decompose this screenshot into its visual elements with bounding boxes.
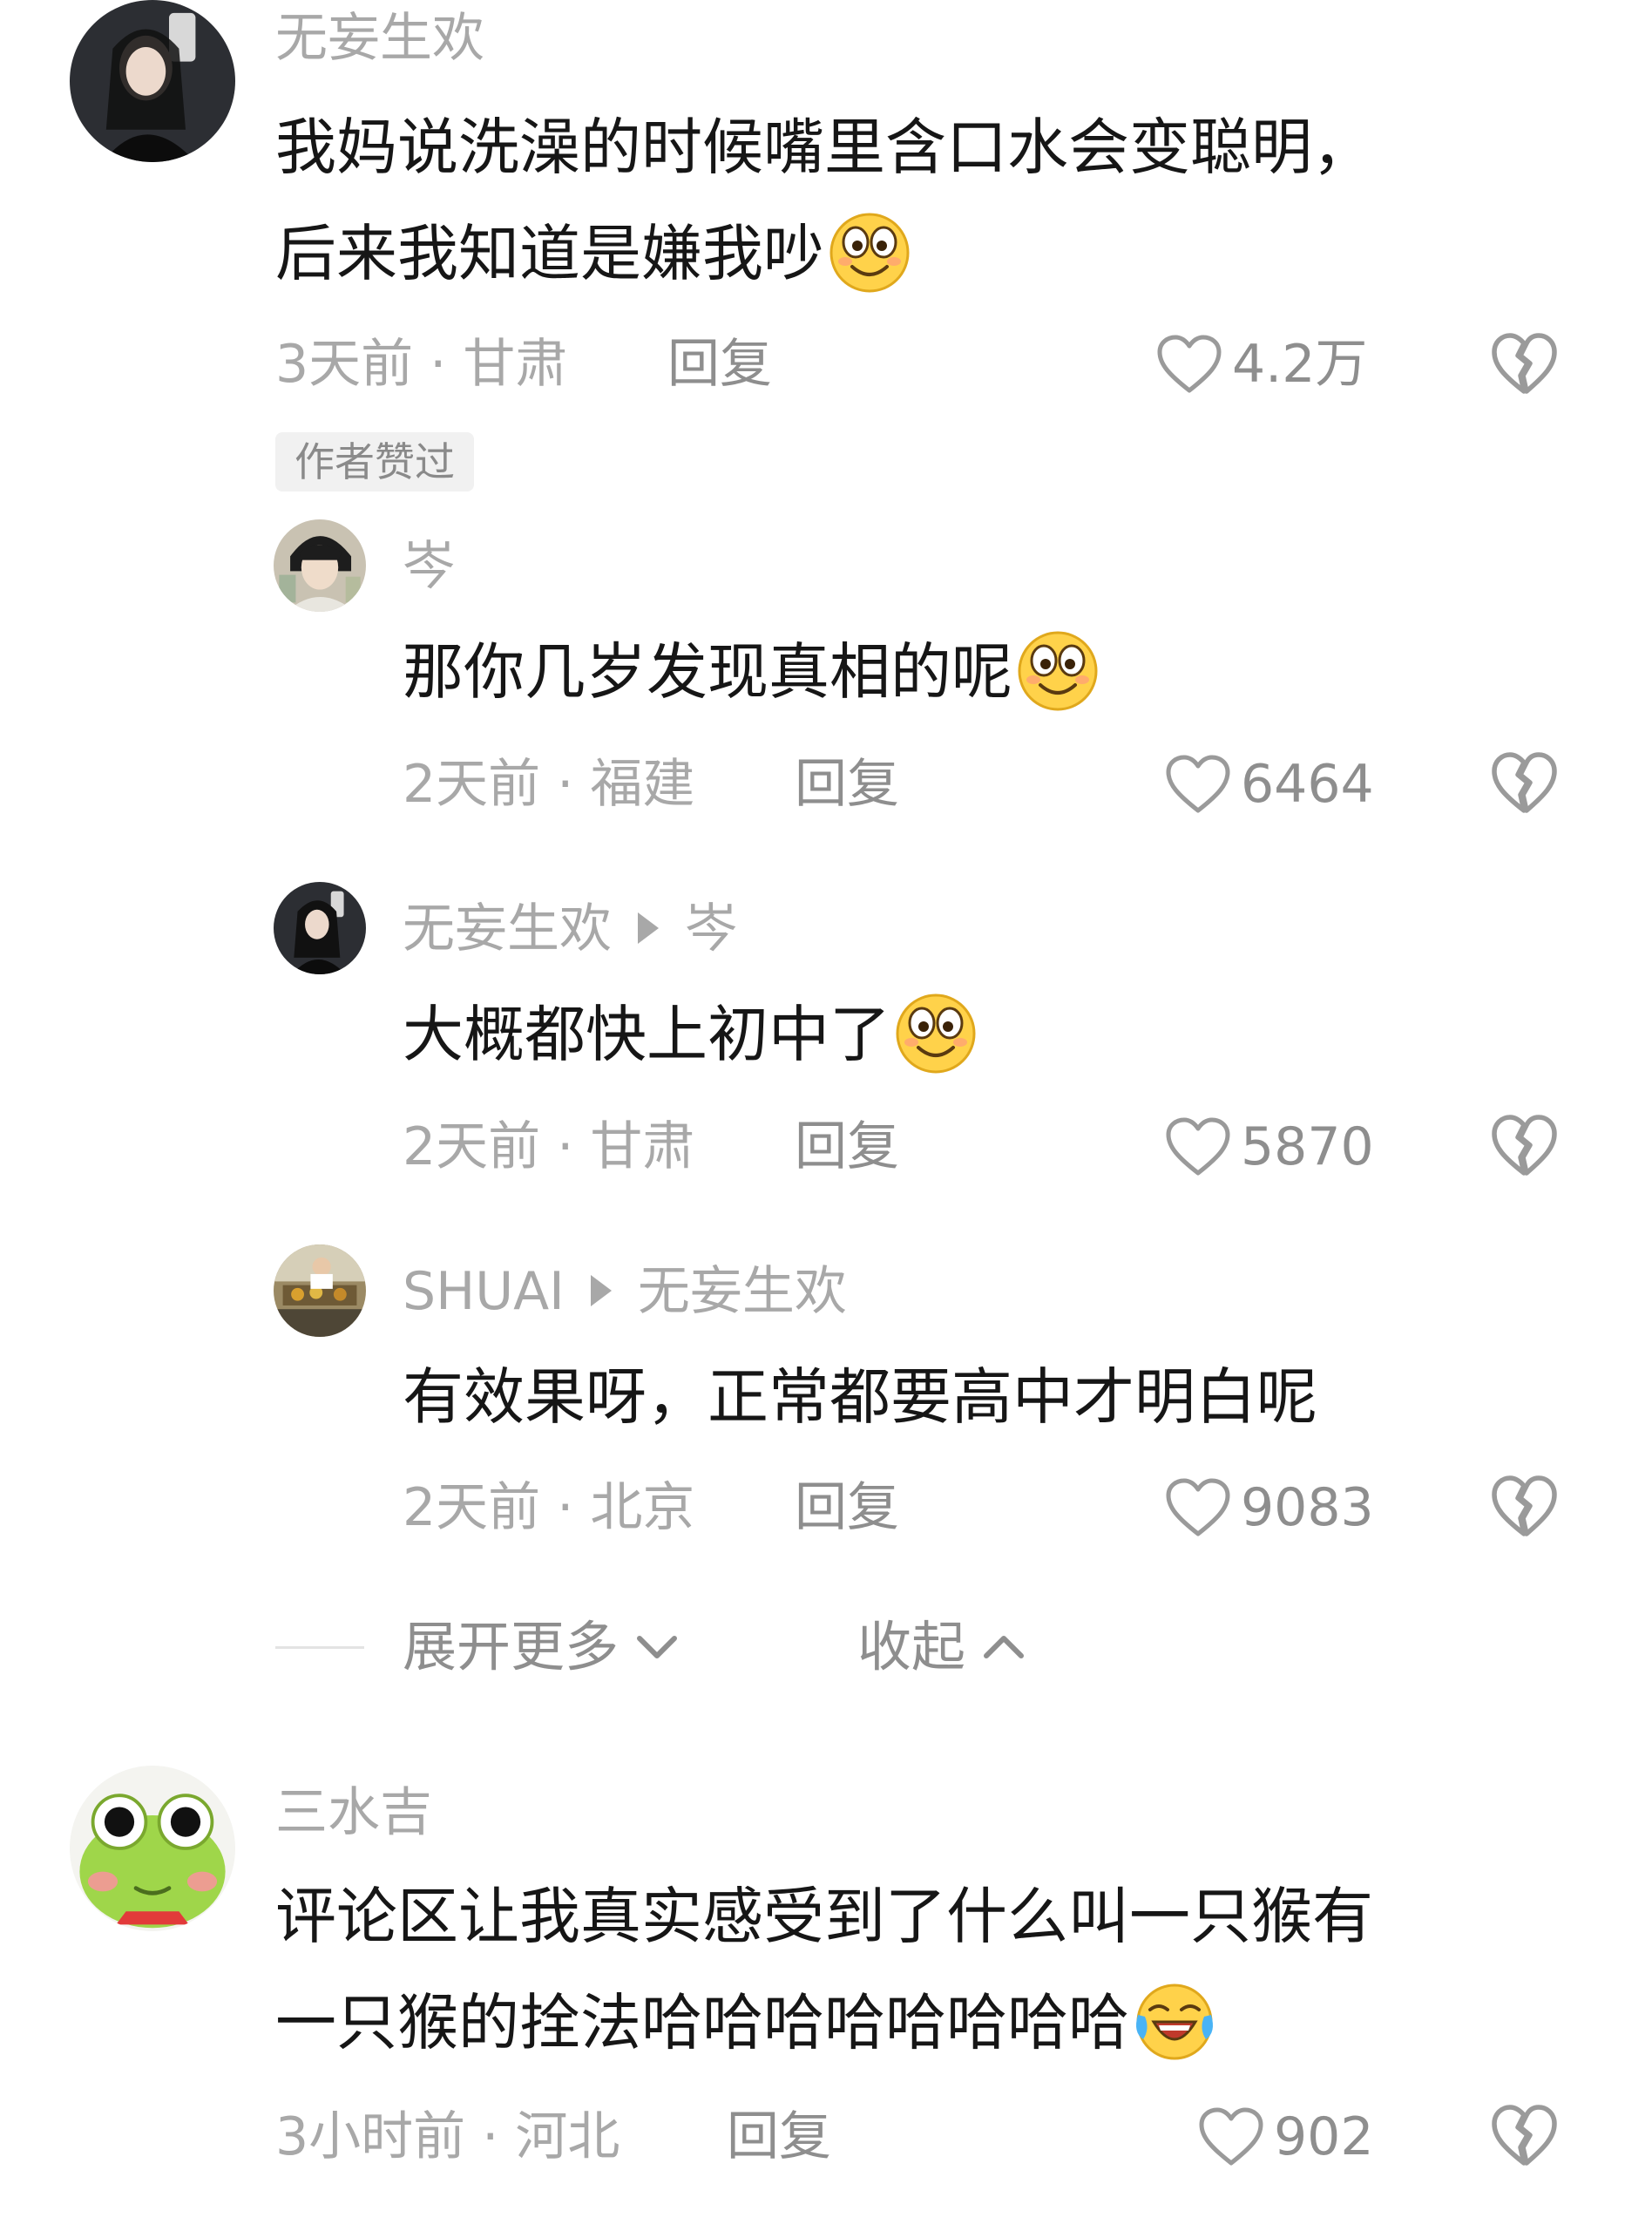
comment-text-line: 我妈说洗澡的时候嘴里含口水会变聪明， bbox=[275, 112, 1373, 183]
broken-heart-icon bbox=[1488, 1469, 1560, 1541]
avatar[interactable] bbox=[70, 0, 235, 162]
avatar[interactable] bbox=[70, 1766, 235, 1931]
comment-text: 有效果呀，正常都要高中才明白呢 bbox=[403, 1361, 1317, 1433]
comment-username[interactable]: 岑 bbox=[403, 540, 455, 593]
broken-heart-icon bbox=[1488, 746, 1560, 817]
comment-text: 那你几岁发现真相的呢 bbox=[403, 619, 1101, 725]
comment-text-line: 一只猴的拴法哈哈哈哈哈哈哈哈 bbox=[275, 1970, 1373, 2076]
comment-username[interactable]: 无妄生欢岑 bbox=[403, 903, 737, 955]
expand-more-button[interactable]: 展开更多 bbox=[403, 1620, 681, 1674]
reply-button[interactable]: 回复 bbox=[727, 2111, 831, 2163]
comment-meta: 3小时前 · 河北 bbox=[275, 2106, 620, 2167]
reply-button[interactable]: 回复 bbox=[795, 1121, 899, 1173]
avatar[interactable] bbox=[274, 1244, 366, 1337]
like-count: 6464 bbox=[1241, 754, 1374, 815]
collapse-button[interactable]: 收起 bbox=[857, 1620, 1028, 1674]
dislike-button[interactable] bbox=[1488, 1469, 1560, 1541]
comment-meta: 3天前 · 甘肃 bbox=[275, 334, 568, 395]
comment-username[interactable]: 无妄生欢 bbox=[275, 12, 484, 64]
like-button[interactable]: 4.2万 bbox=[1155, 329, 1367, 399]
avatar[interactable] bbox=[274, 519, 366, 612]
heart-outline-icon bbox=[1164, 1476, 1232, 1539]
broken-heart-icon bbox=[1488, 1109, 1560, 1180]
grinning-face-emoji bbox=[826, 207, 913, 295]
like-count: 4.2万 bbox=[1232, 334, 1368, 395]
expand-more-label: 展开更多 bbox=[403, 1615, 620, 1678]
comment-username[interactable]: SHUAI 无妄生欢 bbox=[403, 1265, 847, 1318]
broken-heart-icon bbox=[1488, 327, 1560, 398]
like-count: 902 bbox=[1274, 2106, 1374, 2167]
broken-heart-icon bbox=[1488, 2099, 1560, 2170]
collapse-label: 收起 bbox=[857, 1615, 966, 1678]
like-count: 5870 bbox=[1241, 1116, 1374, 1177]
comment-meta: 2天前 · 北京 bbox=[403, 1477, 695, 1538]
reply-to-arrow-icon bbox=[638, 912, 659, 945]
grinning-face-emoji bbox=[892, 988, 979, 1075]
laughing-crying-emoji bbox=[1131, 1977, 1218, 2064]
reply-button[interactable]: 回复 bbox=[667, 338, 772, 390]
reply-target[interactable]: 无妄生欢 bbox=[638, 1261, 847, 1322]
author-liked-badge: 作者赞过 bbox=[275, 432, 474, 492]
dislike-button[interactable] bbox=[1488, 327, 1560, 398]
heart-outline-icon bbox=[1164, 1116, 1232, 1178]
comment-meta: 2天前 · 福建 bbox=[403, 754, 695, 815]
reply-button[interactable]: 回复 bbox=[795, 758, 899, 810]
like-button[interactable]: 9083 bbox=[1164, 1473, 1374, 1543]
reply-author[interactable]: 无妄生欢 bbox=[403, 899, 612, 960]
dislike-button[interactable] bbox=[1488, 1109, 1560, 1180]
comment-text: 评论区让我真实感受到了什么叫一只猴有 一只猴的拴法哈哈哈哈哈哈哈哈 bbox=[275, 1863, 1373, 2076]
like-button[interactable]: 902 bbox=[1197, 2102, 1374, 2172]
like-button[interactable]: 5870 bbox=[1164, 1112, 1374, 1182]
reply-to-arrow-icon bbox=[590, 1275, 612, 1307]
divider bbox=[275, 1646, 364, 1649]
dislike-button[interactable] bbox=[1488, 2099, 1560, 2170]
chevron-down-icon bbox=[637, 1636, 678, 1658]
avatar[interactable] bbox=[274, 882, 366, 974]
reply-button[interactable]: 回复 bbox=[795, 1482, 899, 1534]
heart-outline-icon bbox=[1164, 753, 1232, 816]
comment-text-line: 评论区让我真实感受到了什么叫一只猴有 bbox=[275, 1881, 1373, 1952]
dislike-button[interactable] bbox=[1488, 746, 1560, 817]
grinning-face-emoji bbox=[1014, 626, 1101, 713]
heart-outline-icon bbox=[1155, 333, 1223, 396]
thread-controls: 展开更多 收起 bbox=[0, 1608, 1652, 1686]
comment-text-line: 后来我知道是嫌我吵 bbox=[275, 200, 1373, 307]
comment-text: 大概都快上初中了 bbox=[403, 981, 979, 1088]
chevron-up-icon bbox=[984, 1636, 1025, 1658]
reply-author[interactable]: SHUAI bbox=[403, 1261, 565, 1322]
like-button[interactable]: 6464 bbox=[1164, 749, 1374, 819]
like-count: 9083 bbox=[1241, 1477, 1374, 1538]
heart-outline-icon bbox=[1197, 2106, 1265, 2168]
comment-username[interactable]: 三水吉 bbox=[275, 1787, 432, 1839]
reply-target[interactable]: 岑 bbox=[685, 899, 737, 960]
comment-text: 我妈说洗澡的时候嘴里含口水会变聪明， 后来我知道是嫌我吵 bbox=[275, 94, 1373, 307]
comment-meta: 2天前 · 甘肃 bbox=[403, 1116, 695, 1177]
